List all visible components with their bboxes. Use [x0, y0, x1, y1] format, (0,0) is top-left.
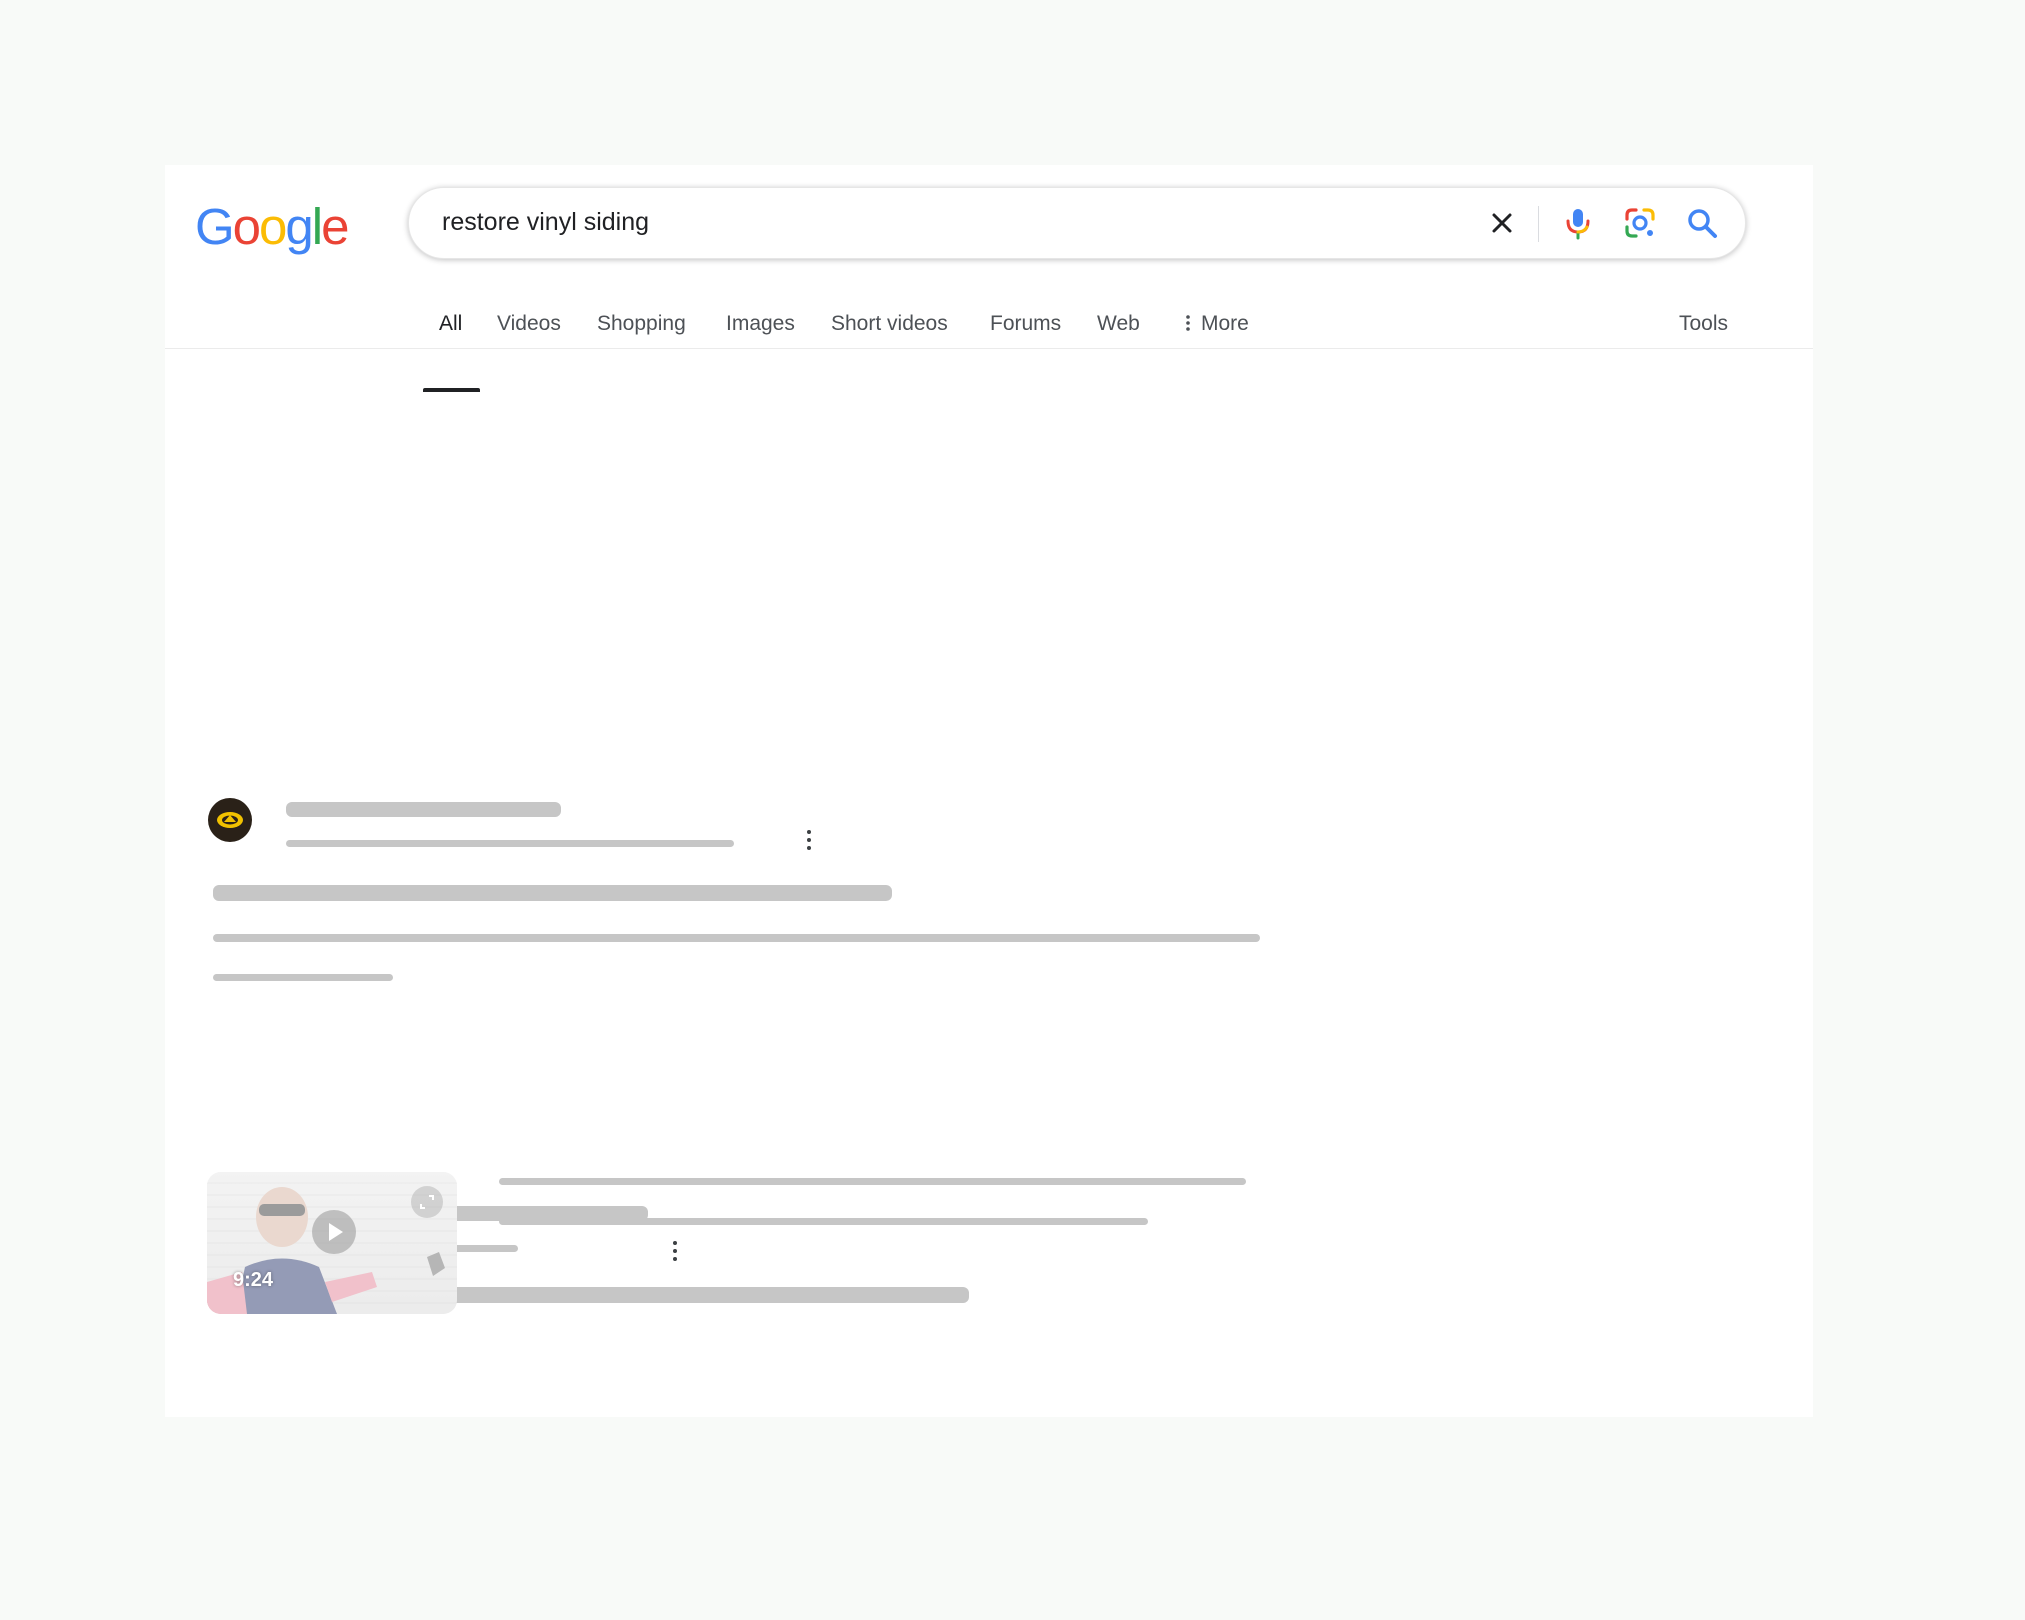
microphone-icon[interactable] [1560, 205, 1596, 241]
search-input[interactable]: restore vinyl siding [442, 208, 649, 237]
result-title-skeleton [286, 802, 561, 817]
play-icon[interactable] [312, 1210, 356, 1254]
result-snippet-skeleton [213, 974, 393, 981]
tab-images[interactable]: Images [726, 312, 795, 336]
result-heading-skeleton [213, 885, 892, 901]
search-tabs: All Videos Shopping Images Short videos … [165, 292, 1813, 349]
tab-forums[interactable]: Forums [990, 312, 1061, 336]
google-logo[interactable]: Google [195, 198, 350, 255]
result-snippet-skeleton [213, 934, 1260, 942]
active-tab-indicator [423, 388, 480, 392]
logo-letter: g [285, 198, 313, 255]
tools-button[interactable]: Tools [1679, 312, 1728, 336]
site-logo-icon[interactable] [208, 798, 252, 842]
logo-letter: l [311, 198, 323, 255]
more-vert-icon [1185, 314, 1191, 332]
tab-shopping[interactable]: Shopping [597, 312, 686, 336]
expand-icon[interactable] [411, 1186, 443, 1218]
video-description-skeleton [499, 1178, 1246, 1185]
logo-letter: o [232, 198, 261, 255]
video-thumbnail[interactable]: 9:24 [207, 1172, 457, 1314]
result-url-skeleton [286, 840, 734, 847]
logo-letter: e [321, 198, 349, 255]
tab-all[interactable]: All [439, 312, 462, 336]
search-icon[interactable] [1684, 205, 1720, 241]
tab-short-videos[interactable]: Short videos [831, 312, 948, 336]
tab-videos[interactable]: Videos [497, 312, 561, 336]
search-box[interactable]: restore vinyl siding [408, 187, 1746, 259]
search-results-page: Google restore vinyl siding All Videos S… [165, 165, 1813, 1417]
tab-more[interactable]: More [1185, 312, 1249, 336]
logo-letter: o [259, 198, 287, 255]
more-options-icon[interactable] [672, 1241, 678, 1265]
tab-more-label: More [1201, 312, 1249, 335]
google-lens-icon[interactable] [1622, 205, 1658, 241]
search-divider [1538, 206, 1539, 242]
video-duration: 9:24 [233, 1269, 274, 1291]
tab-web[interactable]: Web [1097, 312, 1140, 336]
logo-letter: G [195, 198, 235, 255]
video-description-skeleton [499, 1218, 1148, 1225]
close-icon[interactable] [1484, 205, 1520, 241]
more-options-icon[interactable] [806, 830, 812, 854]
